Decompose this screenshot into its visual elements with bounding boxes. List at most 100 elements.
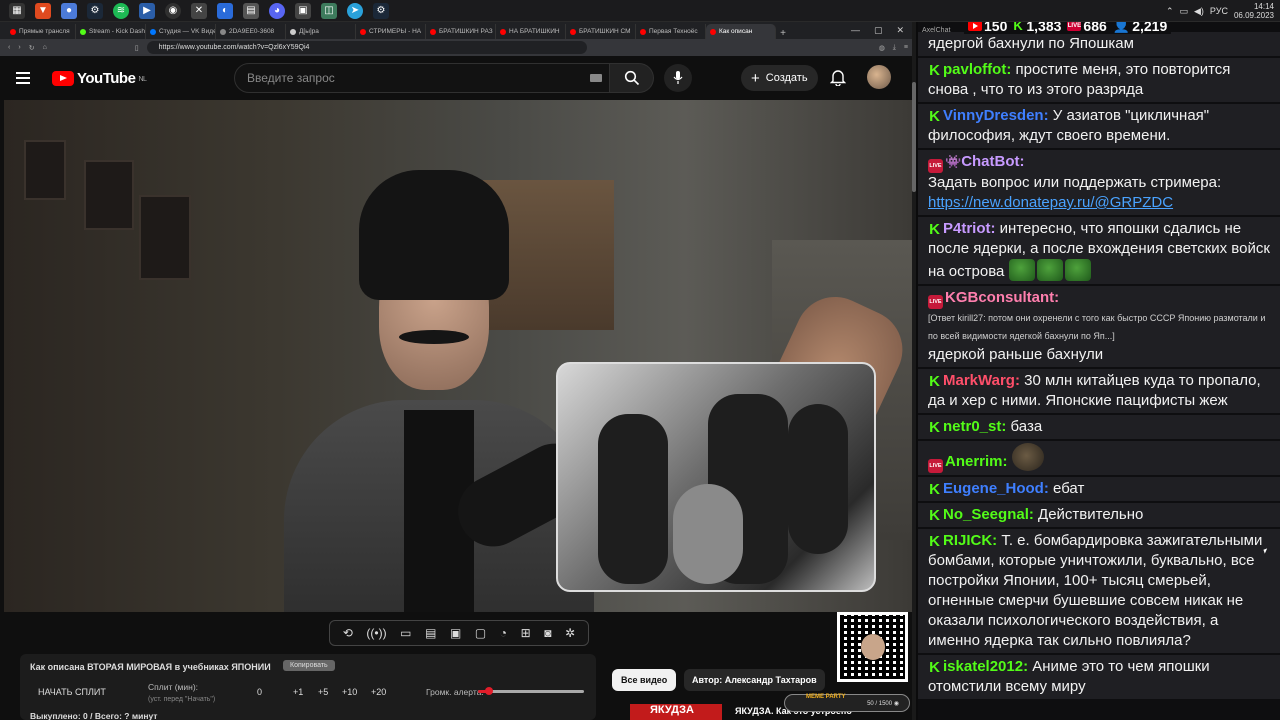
keyboard-icon[interactable] <box>590 74 602 82</box>
new-tab-button[interactable]: + <box>776 28 790 39</box>
tray-arrow-icon[interactable]: ⌃ <box>1166 6 1174 17</box>
browser-tab[interactable]: Stream - Kick Dash <box>76 24 146 39</box>
speed-icon[interactable]: ◔ <box>500 626 507 640</box>
app-icon[interactable]: ◐ <box>217 2 233 19</box>
increment-5-button[interactable]: +5 <box>318 687 328 697</box>
tab-favicon-icon <box>500 28 506 35</box>
close-icon[interactable]: ✕ <box>896 25 904 36</box>
chat-nickname[interactable]: No_Seegnal: <box>943 506 1034 523</box>
browser-tab[interactable]: БРАТИШКИН РАЗ <box>426 24 496 39</box>
home-icon[interactable]: ⌂ <box>43 44 47 51</box>
increment-10-button[interactable]: +10 <box>342 687 357 697</box>
spotify-icon[interactable]: ≋ <box>113 2 129 19</box>
menu-icon[interactable]: ≡ <box>904 44 908 51</box>
chip-all-videos[interactable]: Все видео <box>612 669 677 691</box>
steam-icon[interactable]: ⚙ <box>87 2 103 19</box>
chat-nickname[interactable]: RIJICK: <box>943 532 997 549</box>
search-button[interactable] <box>610 63 654 93</box>
bookmark-icon[interactable]: ▯ <box>135 44 139 52</box>
back-icon[interactable]: ‹ <box>8 44 10 51</box>
forward-icon[interactable]: › <box>18 44 20 51</box>
slider-knob[interactable] <box>484 687 493 695</box>
chip-author[interactable]: Автор: Александр Тахтаров <box>684 669 825 691</box>
page-scrollbar[interactable] <box>912 22 916 720</box>
settings-icon[interactable]: ✲ <box>565 626 575 640</box>
network-icon[interactable]: ▭ <box>1179 6 1188 17</box>
tab-favicon-icon <box>710 28 716 35</box>
browser-tab[interactable]: 2DA9EE0-3608 <box>216 24 286 39</box>
chat-nickname[interactable]: MarkWarg: <box>943 372 1020 389</box>
app-icon[interactable]: ▤ <box>243 2 259 19</box>
chat-message: LIVE Anerrim: <box>918 441 1280 477</box>
video-player[interactable] <box>4 100 912 612</box>
chat-nickname[interactable]: P4triot: <box>943 220 996 237</box>
alert-volume-slider[interactable] <box>478 687 584 695</box>
chat-nickname[interactable]: netr0_st: <box>943 418 1006 435</box>
search-input[interactable]: Введите запрос <box>234 63 610 93</box>
voice-search-button[interactable] <box>664 64 692 92</box>
chat-nickname[interactable]: KGBconsultant: <box>945 289 1059 306</box>
browser-tab[interactable]: Студия — VK Видео <box>146 24 216 39</box>
discord-icon[interactable]: ◕ <box>269 2 285 19</box>
chat-nickname[interactable]: pavloffot: <box>943 61 1011 78</box>
browser-tab[interactable]: НА БРАТИШКИН <box>496 24 566 39</box>
download-icon[interactable]: ⤓ <box>893 44 896 52</box>
extension-icon[interactable]: ◍ <box>879 44 885 52</box>
split-minutes-label: Сплит (мин): (уст. перед "Начать") <box>148 682 215 705</box>
browser-tab[interactable]: БРАТИШКИН СМ <box>566 24 636 39</box>
kick-badge-icon: K <box>929 533 940 550</box>
obs-icon[interactable]: ◉ <box>165 2 181 19</box>
telegram-icon[interactable]: ➤ <box>347 2 363 19</box>
add-video-icon[interactable]: ⊞ <box>521 626 531 640</box>
donate-link[interactable]: https://new.donatepay.ru/@GRPZDC <box>928 194 1173 211</box>
clapper-icon[interactable]: ▤ <box>425 626 436 640</box>
chat-text: база <box>1010 418 1043 435</box>
start-split-button[interactable]: НАЧАТЬ СПЛИТ <box>38 687 106 697</box>
create-button[interactable]: + Создать <box>741 65 818 91</box>
chat-nickname[interactable]: ChatBot: <box>961 153 1024 170</box>
picture-icon[interactable]: ▣ <box>450 626 461 640</box>
chat-nickname[interactable]: Eugene_Hood: <box>943 480 1049 497</box>
language-indicator[interactable]: РУС <box>1210 6 1228 16</box>
steam-icon[interactable]: ⚙ <box>373 2 389 19</box>
chat-nickname[interactable]: Anerrim: <box>945 453 1008 470</box>
media-icon[interactable]: ▶ <box>139 2 155 19</box>
brave-browser-icon[interactable]: ▼ <box>35 2 51 19</box>
app-icon[interactable]: ◫ <box>321 2 337 19</box>
repeat-icon[interactable]: ⟲ <box>343 626 353 640</box>
increment-20-button[interactable]: +20 <box>371 687 386 697</box>
chrome-icon[interactable]: ● <box>61 2 77 19</box>
increment-1-button[interactable]: +1 <box>293 687 303 697</box>
chat-nickname[interactable]: VinnyDresden: <box>943 107 1049 124</box>
url-field[interactable]: https://www.youtube.com/watch?v=Qzl6xY59… <box>146 41 587 54</box>
chat-nickname[interactable]: iskatel2012: <box>943 658 1028 675</box>
start-menu-icon[interactable]: ▦ <box>9 2 25 19</box>
browser-tab[interactable]: Первая Техноёс <box>636 24 706 39</box>
browser-tab[interactable]: Д[ы]ра <box>286 24 356 39</box>
cast-icon[interactable]: ▭ <box>400 626 411 640</box>
broadcast-icon[interactable]: ((•)) <box>366 626 386 640</box>
clock[interactable]: 14:14 06.09.2023 <box>1234 2 1274 20</box>
app-icon[interactable]: ▣ <box>295 2 311 19</box>
browser-tab[interactable]: Прямые трансля <box>6 24 76 39</box>
tab-favicon-icon <box>80 28 86 35</box>
maximize-icon[interactable]: ▢ <box>874 25 883 36</box>
bell-icon <box>829 70 847 87</box>
copy-button[interactable]: Копировать <box>283 660 335 671</box>
reload-icon[interactable]: ↻ <box>29 44 35 52</box>
minimize-icon[interactable]: — <box>851 25 860 36</box>
youtube-logo[interactable]: YouTube NL <box>52 70 147 87</box>
window-icon[interactable]: ▢ <box>475 626 486 640</box>
recommended-thumbnail[interactable]: ЯКУДЗА <box>630 704 722 720</box>
kick-badge-icon: K <box>929 221 940 238</box>
volume-icon[interactable]: ◀) <box>1194 6 1204 17</box>
notifications-button[interactable] <box>829 68 847 91</box>
vk-count: 686 <box>1083 22 1107 34</box>
hamburger-icon[interactable] <box>16 72 30 84</box>
game-icon[interactable]: ✕ <box>191 2 207 19</box>
chat-messages[interactable]: ядергой бахнули по Япошкам Kpavloffot: пр… <box>918 32 1280 701</box>
camera-icon[interactable]: ◙ <box>544 626 551 640</box>
browser-tab[interactable]: СТРИМЕРЫ - НА <box>356 24 426 39</box>
browser-tab[interactable]: Как описан <box>706 24 776 39</box>
avatar[interactable] <box>867 65 891 89</box>
